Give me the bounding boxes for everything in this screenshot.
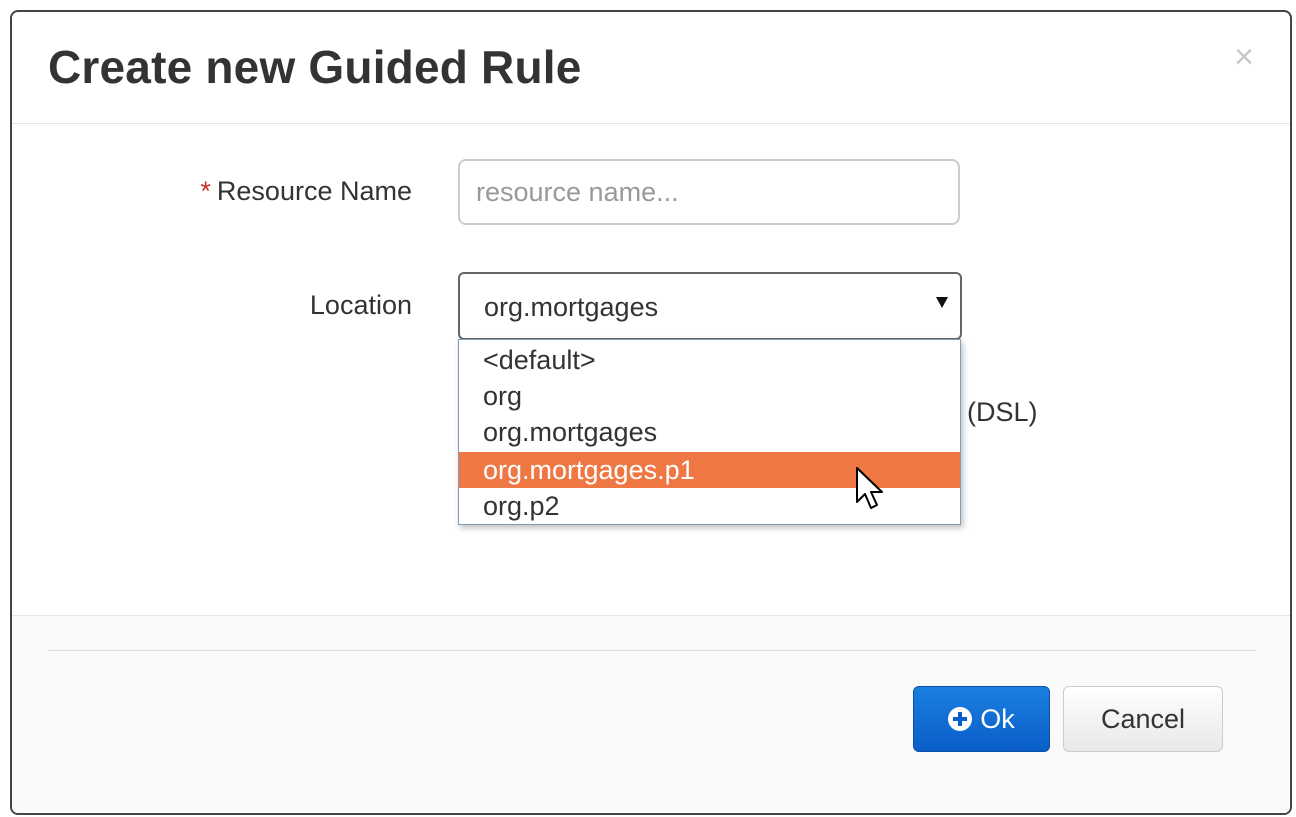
mouse-pointer-icon xyxy=(856,467,883,509)
dsl-option-label: (DSL) xyxy=(967,397,1038,427)
location-selected-value: org.mortgages xyxy=(484,292,659,322)
chevron-down-icon xyxy=(936,297,948,308)
location-option[interactable]: org xyxy=(459,378,960,414)
resource-name-label: * Resource Name xyxy=(142,176,412,207)
ok-button-label: Ok xyxy=(980,703,1015,734)
footer-divider xyxy=(48,650,1256,651)
dialog-title: Create new Guided Rule xyxy=(48,41,582,93)
create-guided-rule-dialog: Create new Guided Rule × * Resource Name … xyxy=(10,10,1292,815)
location-option[interactable]: <default> xyxy=(459,342,960,378)
location-dropdown-list: <default> org org.mortgages org.mortgage… xyxy=(458,339,961,525)
dialog-footer: Ok Cancel xyxy=(12,615,1290,813)
resource-name-label-text: Resource Name xyxy=(216,176,412,206)
location-select[interactable]: org.mortgages xyxy=(458,272,962,340)
resource-name-input[interactable] xyxy=(458,159,960,225)
location-label: Location xyxy=(309,290,412,320)
plus-circle-icon xyxy=(948,707,973,731)
ok-button[interactable]: Ok xyxy=(913,686,1050,752)
cancel-button[interactable]: Cancel xyxy=(1063,686,1223,752)
required-marker: * xyxy=(200,176,211,206)
location-option[interactable]: org.mortgages xyxy=(459,414,960,450)
close-icon[interactable]: × xyxy=(1234,40,1254,74)
dialog-header: Create new Guided Rule × xyxy=(12,12,1290,124)
